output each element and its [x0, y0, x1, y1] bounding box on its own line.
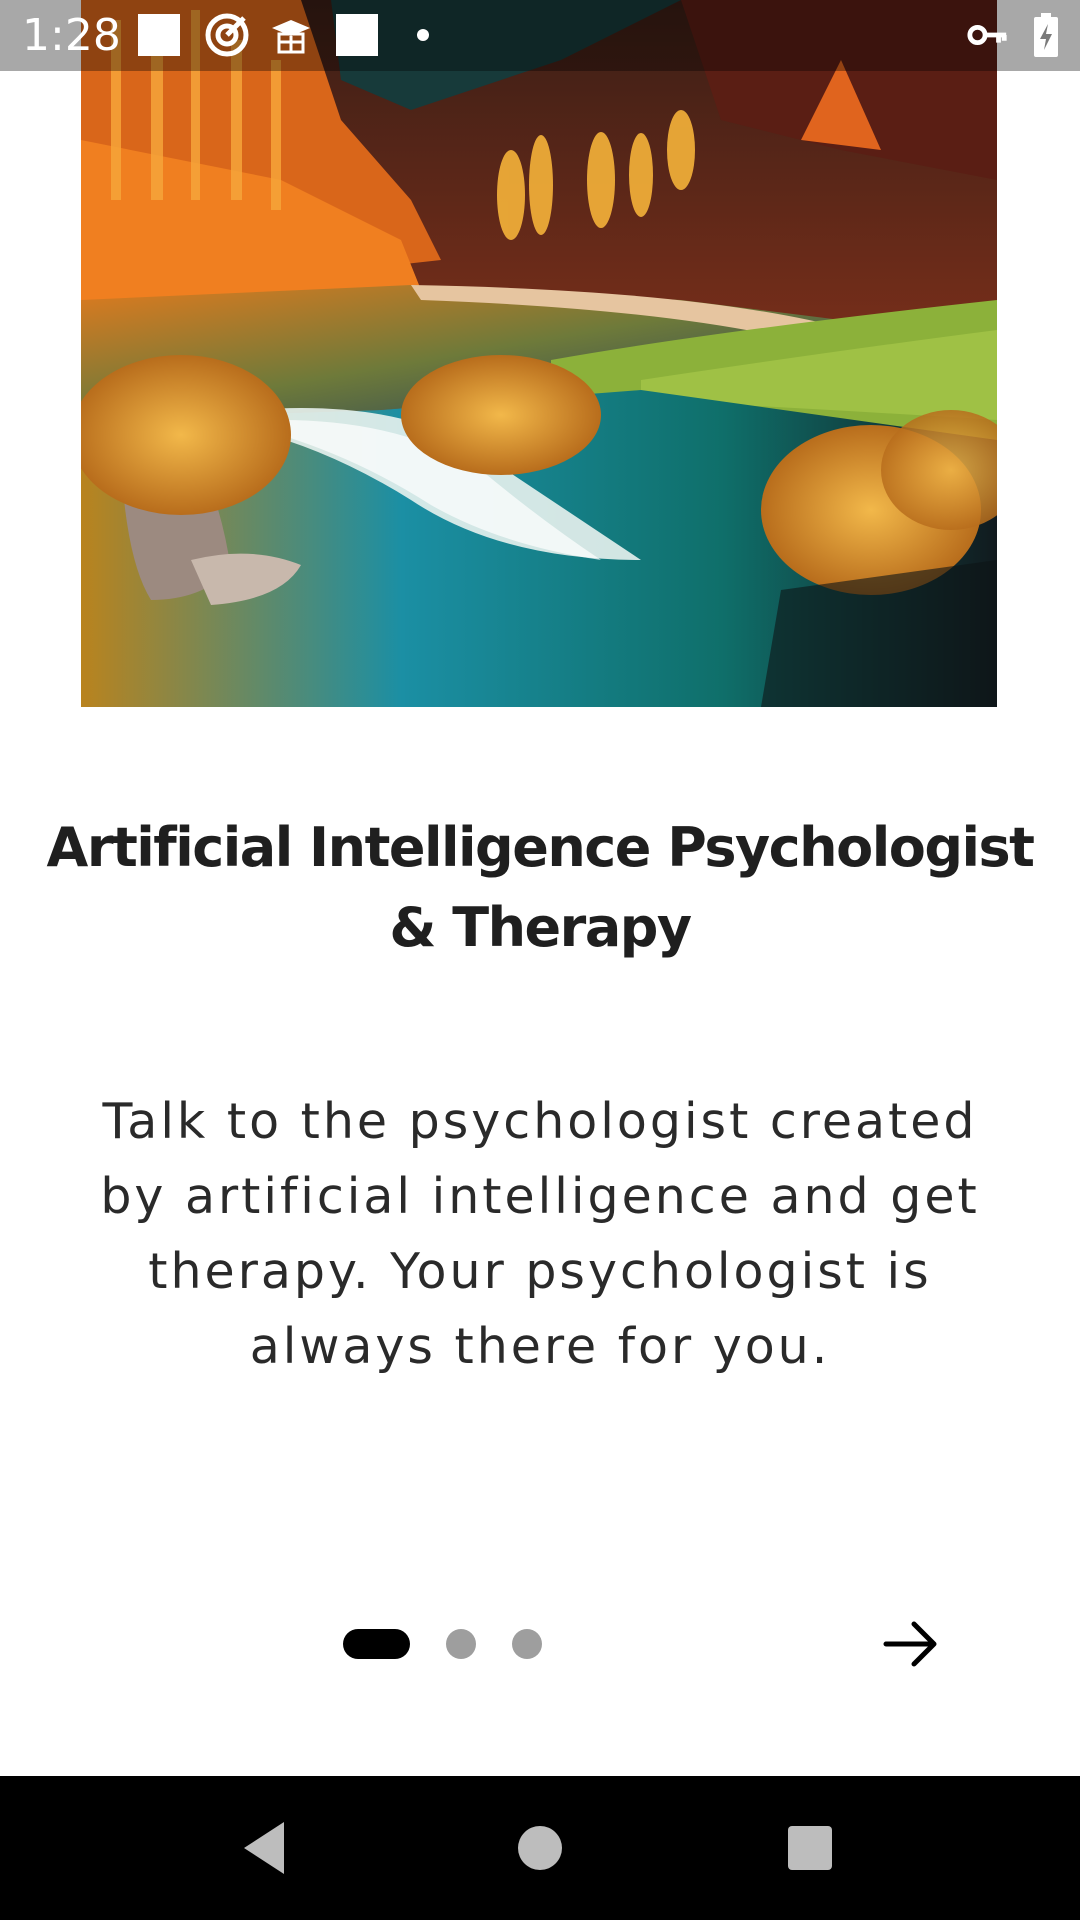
onboarding-description: Talk to the psychologist created by arti… — [100, 1093, 980, 1375]
graduation-cap-icon — [268, 12, 314, 58]
recents-icon[interactable] — [778, 1816, 842, 1880]
arrow-right-icon — [883, 1621, 937, 1667]
status-time: 1:28 — [22, 10, 121, 61]
vpn-key-icon — [966, 12, 1010, 58]
onboarding-title: Artificial Intelligence Psychologist & T… — [46, 816, 1035, 959]
battery-charging-icon — [1032, 12, 1060, 58]
system-navigation-bar — [0, 1776, 1080, 1920]
target-icon — [204, 12, 250, 58]
white-square-icon — [136, 12, 182, 58]
back-icon[interactable] — [236, 1816, 300, 1880]
notification-dot-icon — [400, 12, 446, 58]
next-button[interactable] — [876, 1609, 946, 1679]
page-indicator-dot[interactable] — [446, 1629, 476, 1659]
hero-landscape-image — [81, 0, 997, 707]
white-square-icon — [334, 12, 380, 58]
page-indicator-dot[interactable] — [512, 1629, 542, 1659]
onboarding-screen: 1:28 Artificial Intelligence Psychologis… — [0, 0, 1080, 1920]
status-bar: 1:28 — [0, 0, 1080, 71]
home-icon[interactable] — [508, 1816, 572, 1880]
page-indicator-dot-active[interactable] — [343, 1629, 410, 1659]
